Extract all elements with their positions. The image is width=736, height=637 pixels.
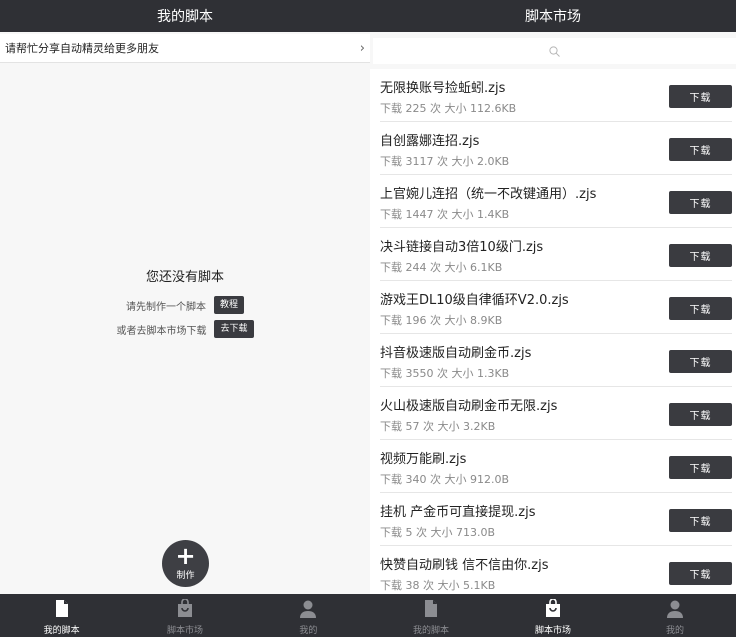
share-banner-text: 请帮忙分享自动精灵给更多朋友	[5, 42, 159, 55]
chevron-right-icon: ›	[359, 40, 365, 56]
empty-state-text: 或者去脚本市场下载	[116, 325, 207, 337]
list-item[interactable]: 决斗链接自动3倍10级门.zjs 下载 244 次 大小 6.1KB 下载	[380, 228, 732, 281]
script-meta: 下载 57 次 大小 3.2KB	[380, 420, 496, 433]
list-item[interactable]: 抖音极速版自动刷金币.zjs 下载 3550 次 大小 1.3KB 下载	[380, 334, 732, 387]
download-button[interactable]: 下载	[669, 244, 732, 267]
download-button[interactable]: 下载	[669, 85, 732, 108]
list-item[interactable]: 视频万能刷.zjs 下载 340 次 大小 912.0B 下载	[380, 440, 732, 493]
document-icon	[55, 600, 68, 617]
go-download-button[interactable]: 去下载	[214, 320, 254, 338]
download-button[interactable]: 下载	[669, 297, 732, 320]
script-meta: 下载 1447 次 大小 1.4KB	[380, 208, 510, 221]
page-title: 我的脚本	[0, 0, 370, 32]
tab-label: 脚本市场	[534, 626, 571, 636]
tab-label: 我的	[299, 626, 318, 636]
download-button[interactable]: 下载	[669, 403, 732, 426]
empty-state-title: 您还没有脚本	[145, 270, 224, 285]
create-script-button[interactable]: + 制作	[162, 540, 209, 587]
share-banner[interactable]: 请帮忙分享自动精灵给更多朋友 ›	[0, 34, 370, 63]
download-button[interactable]: 下载	[669, 509, 732, 532]
shopping-bag-icon	[546, 599, 560, 617]
script-name: 火山极速版自动刷金币无限.zjs	[380, 399, 558, 414]
empty-state-line-download: 或者去脚本市场下载 去下载	[0, 319, 370, 339]
script-name: 自创露娜连招.zjs	[380, 134, 480, 149]
search-input[interactable]	[373, 38, 736, 64]
my-scripts-screen: 我的脚本 请帮忙分享自动精灵给更多朋友 › 您还没有脚本 请先制作一个脚本 教程…	[0, 0, 370, 637]
script-name: 抖音极速版自动刷金币.zjs	[380, 346, 532, 361]
download-button[interactable]: 下载	[669, 350, 732, 373]
tab-bar: 我的脚本 脚本市场 我的	[370, 594, 736, 637]
script-name: 上官婉儿连招（统一不改键通用）.zjs	[380, 187, 597, 202]
empty-state-text: 请先制作一个脚本	[125, 301, 206, 313]
search-icon	[549, 45, 560, 57]
tab-label: 脚本市场	[166, 626, 203, 636]
tab-me[interactable]: 我的	[247, 594, 370, 637]
script-name: 视频万能刷.zjs	[380, 452, 467, 467]
download-button[interactable]: 下载	[669, 138, 732, 161]
script-meta: 下载 3550 次 大小 1.3KB	[380, 367, 510, 380]
script-meta: 下载 340 次 大小 912.0B	[380, 473, 510, 486]
script-name: 决斗链接自动3倍10级门.zjs	[380, 240, 544, 255]
tab-label: 我的脚本	[43, 626, 80, 636]
tutorial-button[interactable]: 教程	[213, 296, 244, 314]
list-item[interactable]: 上官婉儿连招（统一不改键通用）.zjs 下载 1447 次 大小 1.4KB 下载	[380, 175, 732, 228]
empty-state: 您还没有脚本 请先制作一个脚本 教程 或者去脚本市场下载 去下载	[0, 266, 370, 343]
script-meta: 下载 244 次 大小 6.1KB	[380, 261, 503, 274]
list-item[interactable]: 无限换账号捡蚯蚓.zjs 下载 225 次 大小 112.6KB 下载	[380, 69, 732, 122]
tab-label: 我的	[665, 626, 684, 636]
list-item[interactable]: 快赞自动刷钱 信不信由你.zjs 下载 38 次 大小 5.1KB 下载	[380, 546, 732, 594]
script-name: 快赞自动刷钱 信不信由你.zjs	[380, 558, 549, 573]
tab-bar: 我的脚本 脚本市场 我的	[0, 594, 370, 637]
download-button[interactable]: 下载	[669, 456, 732, 479]
create-label: 制作	[176, 571, 195, 581]
tab-my-scripts[interactable]: 我的脚本	[0, 594, 123, 637]
tab-label: 我的脚本	[412, 626, 449, 636]
tab-me[interactable]: 我的	[614, 594, 736, 637]
plus-icon: +	[175, 542, 196, 570]
tab-my-scripts[interactable]: 我的脚本	[370, 594, 492, 637]
user-icon	[300, 600, 317, 618]
list-item[interactable]: 游戏王DL10级自律循环V2.0.zjs 下载 196 次 大小 8.9KB 下载	[380, 281, 732, 334]
script-meta: 下载 5 次 大小 713.0B	[380, 526, 496, 539]
script-meta: 下载 225 次 大小 112.6KB	[380, 102, 517, 115]
tab-market[interactable]: 脚本市场	[492, 594, 614, 637]
shopping-bag-icon	[177, 599, 192, 617]
list-item[interactable]: 火山极速版自动刷金币无限.zjs 下载 57 次 大小 3.2KB 下载	[380, 387, 732, 440]
script-list: 无限换账号捡蚯蚓.zjs 下载 225 次 大小 112.6KB 下载 自创露娜连招.…	[370, 69, 736, 594]
script-name: 无限换账号捡蚯蚓.zjs	[380, 81, 506, 96]
list-item[interactable]: 自创露娜连招.zjs 下载 3117 次 大小 2.0KB 下载	[380, 122, 732, 175]
script-meta: 下载 3117 次 大小 2.0KB	[380, 155, 510, 168]
script-market-screen: 脚本市场 无限换账号捡蚯蚓.zjs 下载 225 次 大小 112.6KB 下载 自创…	[370, 0, 736, 637]
page-title: 脚本市场	[370, 0, 736, 32]
tab-market[interactable]: 脚本市场	[123, 594, 246, 637]
document-icon	[425, 600, 437, 617]
user-icon	[667, 600, 683, 618]
empty-state-line-tutorial: 请先制作一个脚本 教程	[0, 295, 370, 315]
list-item[interactable]: 挂机 产金币可直接提现.zjs 下载 5 次 大小 713.0B 下载	[380, 493, 732, 546]
script-meta: 下载 38 次 大小 5.1KB	[380, 579, 496, 592]
script-name: 游戏王DL10级自律循环V2.0.zjs	[380, 293, 569, 308]
download-button[interactable]: 下载	[669, 191, 732, 214]
script-meta: 下载 196 次 大小 8.9KB	[380, 314, 503, 327]
download-button[interactable]: 下载	[669, 562, 732, 585]
script-name: 挂机 产金币可直接提现.zjs	[380, 505, 536, 520]
